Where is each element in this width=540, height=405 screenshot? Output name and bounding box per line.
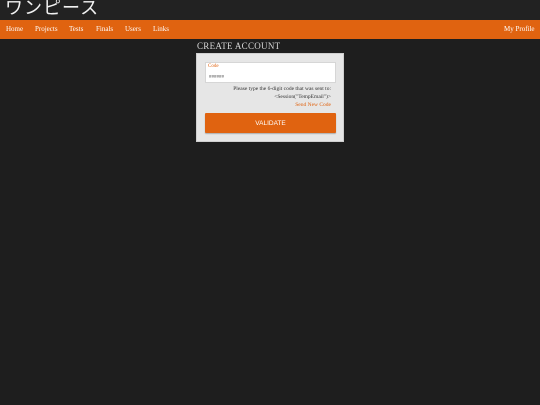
code-field[interactable]: Code [205, 62, 336, 83]
code-label: Code [208, 64, 219, 69]
top-bar: ワンピース [0, 0, 540, 20]
nav-projects[interactable]: Projects [35, 20, 58, 39]
page-title: CREATE ACCOUNT [197, 41, 281, 51]
main-nav: Home Projects Tests Finals Users Links M… [0, 20, 540, 39]
site-logo[interactable]: ワンピース [5, 0, 99, 20]
nav-finals[interactable]: Finals [96, 20, 113, 39]
nav-home[interactable]: Home [6, 20, 23, 39]
nav-tests[interactable]: Tests [69, 20, 83, 39]
send-new-code-link[interactable]: Send New Code [295, 102, 331, 108]
nav-users[interactable]: Users [125, 20, 141, 39]
recipient-email: <Session("TempEmail")> [274, 94, 331, 100]
validate-button[interactable]: VALIDATE [205, 113, 336, 133]
code-sent-hint: Please type the 6-digit code that was se… [233, 86, 331, 92]
validation-card: Code Please type the 6-digit code that w… [196, 53, 344, 142]
code-input[interactable] [209, 73, 329, 81]
nav-my-profile[interactable]: My Profile [504, 20, 535, 39]
nav-links[interactable]: Links [153, 20, 169, 39]
